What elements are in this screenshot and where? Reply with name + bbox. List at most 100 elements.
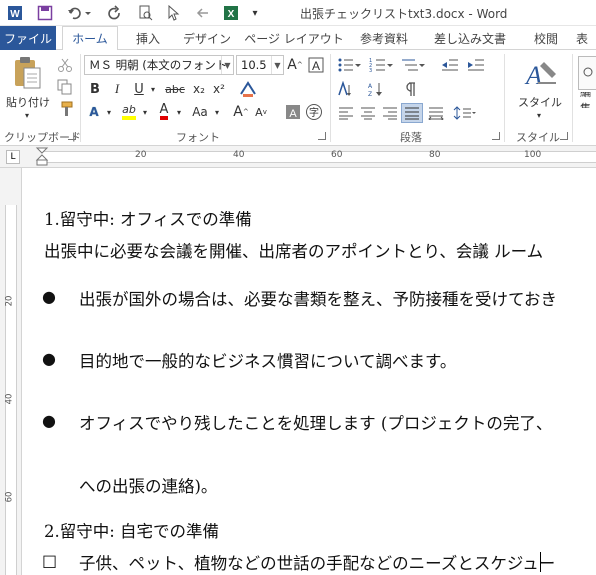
chevron-down-icon[interactable]: ▼ <box>221 56 233 74</box>
sort-icon[interactable]: AZ <box>366 79 386 99</box>
ruler-number: 20 <box>4 295 15 307</box>
horizontal-ruler[interactable]: L 20 40 60 80 100 <box>0 146 596 168</box>
vertical-ruler[interactable]: 20 40 60 <box>0 168 22 575</box>
align-left-icon[interactable] <box>336 104 356 122</box>
tab-selector[interactable]: L <box>6 150 20 164</box>
paragraph-text[interactable]: 出張中に必要な会議を開催、出席者のアポイントとり、会議 ルーム <box>44 238 543 262</box>
chevron-down-icon[interactable]: ▾ <box>104 102 114 122</box>
italic-button[interactable]: I <box>108 79 126 99</box>
word-app-icon[interactable]: W <box>4 3 26 23</box>
bold-button[interactable]: B <box>86 79 104 99</box>
chevron-down-icon[interactable]: ▾ <box>174 102 184 122</box>
ruler-number: 40 <box>233 150 245 160</box>
chevron-down-icon[interactable]: ▾ <box>212 102 222 122</box>
multilevel-list-icon[interactable] <box>400 55 426 75</box>
list-item[interactable]: オフィスでやり残したことを処理します (プロジェクトの完了、 <box>79 410 552 434</box>
asian-layout-icon[interactable] <box>336 79 356 99</box>
format-painter-icon[interactable] <box>56 100 74 118</box>
list-item[interactable]: 出張が国外の場合は、必要な書類を整え、予防接種を受けておき <box>79 286 557 310</box>
tab-references[interactable]: 参考資料 <box>352 26 416 50</box>
text-effects-icon[interactable] <box>236 79 260 99</box>
bullet-marker: ● <box>42 287 56 306</box>
styles-launcher-icon[interactable] <box>560 132 568 140</box>
list-item[interactable]: 目的地で一般的なビジネス慣習について調べます。 <box>79 348 456 372</box>
tab-mailings[interactable]: 差し込み文書 <box>424 26 516 50</box>
group-divider <box>572 54 573 142</box>
paragraph-launcher-icon[interactable] <box>492 132 500 140</box>
undo-icon[interactable] <box>64 3 94 23</box>
pointer-icon[interactable] <box>162 3 184 23</box>
document-page[interactable]: 1.留守中: オフィスでの準備 出張中に必要な会議を開催、出席者のアポイントとり… <box>22 168 596 575</box>
enclose-character-icon[interactable]: 字 <box>304 102 324 122</box>
grow-font-icon[interactable]: A ^ <box>286 55 304 75</box>
chevron-down-icon[interactable]: ▾ <box>534 110 544 120</box>
text-effect-button[interactable]: A <box>84 102 104 122</box>
group-label-paragraph: 段落 <box>400 131 422 144</box>
underline-button[interactable]: U <box>130 79 148 99</box>
justify-icon[interactable] <box>401 103 423 123</box>
grow-font-button[interactable]: A ^ <box>232 102 250 122</box>
cut-icon[interactable] <box>56 56 74 74</box>
excel-icon[interactable]: X <box>220 3 242 23</box>
paste-button[interactable]: 貼り付け <box>2 94 54 110</box>
indent-marker-icon[interactable] <box>34 147 50 167</box>
bullets-icon[interactable] <box>336 55 362 75</box>
editing-button[interactable]: 編集 <box>580 92 596 108</box>
align-center-icon[interactable] <box>358 104 378 122</box>
font-name-combo[interactable]: ＭＳ 明朝 (本文のフォント ▼ <box>84 55 234 75</box>
clear-format-icon[interactable]: A <box>306 55 326 75</box>
font-name-value: ＭＳ 明朝 (本文のフォント <box>89 58 228 72</box>
list-item[interactable]: 子供、ペット、植物などの世話の手配などのニーズとスケジュー <box>79 550 555 574</box>
svg-text:Z: Z <box>368 91 372 97</box>
distributed-icon[interactable] <box>426 104 446 122</box>
show-marks-icon[interactable] <box>398 79 418 99</box>
chevron-down-icon[interactable]: ▾ <box>140 102 150 122</box>
tab-file[interactable]: ファイル <box>0 26 56 50</box>
tab-view[interactable]: 表 <box>576 26 596 50</box>
superscript-button[interactable]: x² <box>210 79 228 99</box>
tab-insert[interactable]: 挿入 <box>126 26 170 50</box>
redo-icon[interactable] <box>104 3 126 23</box>
list-item-continued[interactable]: への出張の連絡)。 <box>79 473 217 497</box>
tab-design[interactable]: デザイン <box>178 26 236 50</box>
chevron-down-icon[interactable]: ▼ <box>271 56 283 74</box>
subscript-button[interactable]: x₂ <box>190 79 208 99</box>
group-label-styles: スタイル <box>516 131 560 144</box>
print-preview-icon[interactable] <box>134 3 156 23</box>
save-icon[interactable] <box>34 3 56 23</box>
highlight-button[interactable]: ab <box>118 102 140 122</box>
decrease-indent-icon[interactable] <box>440 55 460 75</box>
font-launcher-icon[interactable] <box>318 132 326 140</box>
ribbon: 貼り付け ▾ クリップボード ＭＳ 明朝 (本文のフォント ▼ 10.5 ▼ A… <box>0 50 596 146</box>
shrink-font-button[interactable]: Av <box>252 102 270 122</box>
numbering-icon[interactable]: 123 <box>368 55 394 75</box>
svg-text:A: A <box>312 59 320 73</box>
svg-text:字: 字 <box>309 106 319 119</box>
clipboard-launcher-icon[interactable] <box>68 132 76 140</box>
tab-page-layout[interactable]: ページ レイアウト <box>244 26 344 50</box>
font-color-button[interactable]: A <box>154 102 174 122</box>
paste-icon[interactable] <box>6 54 48 94</box>
font-size-combo[interactable]: 10.5 ▼ <box>236 55 284 75</box>
heading-home-prep[interactable]: 2.留守中: 自宅での準備 <box>44 518 219 542</box>
character-shading-icon[interactable]: A <box>284 102 302 122</box>
styles-icon[interactable]: A <box>518 56 562 96</box>
copy-icon[interactable] <box>56 78 74 96</box>
tab-home[interactable]: ホーム <box>62 26 118 51</box>
line-spacing-icon[interactable] <box>452 104 478 122</box>
align-right-icon[interactable] <box>380 104 400 122</box>
change-case-button[interactable]: Aa <box>188 102 212 122</box>
increase-indent-icon[interactable] <box>466 55 486 75</box>
back-arrow-icon[interactable] <box>192 3 214 23</box>
ruler-number: 80 <box>429 150 441 160</box>
strikethrough-button[interactable]: abc <box>162 79 188 99</box>
ruler-number: 100 <box>524 150 542 160</box>
underline-dropdown-icon[interactable]: ▾ <box>148 79 158 99</box>
paste-dropdown-icon[interactable]: ▾ <box>22 110 32 120</box>
find-icon[interactable] <box>578 56 596 90</box>
customize-qat-icon[interactable]: ▾ <box>248 3 262 23</box>
styles-button[interactable]: スタイル <box>512 94 568 110</box>
heading-office-prep[interactable]: 1.留守中: オフィスでの準備 <box>44 206 252 230</box>
tab-review[interactable]: 校閲 <box>524 26 568 50</box>
ruler-number: 60 <box>4 491 15 503</box>
